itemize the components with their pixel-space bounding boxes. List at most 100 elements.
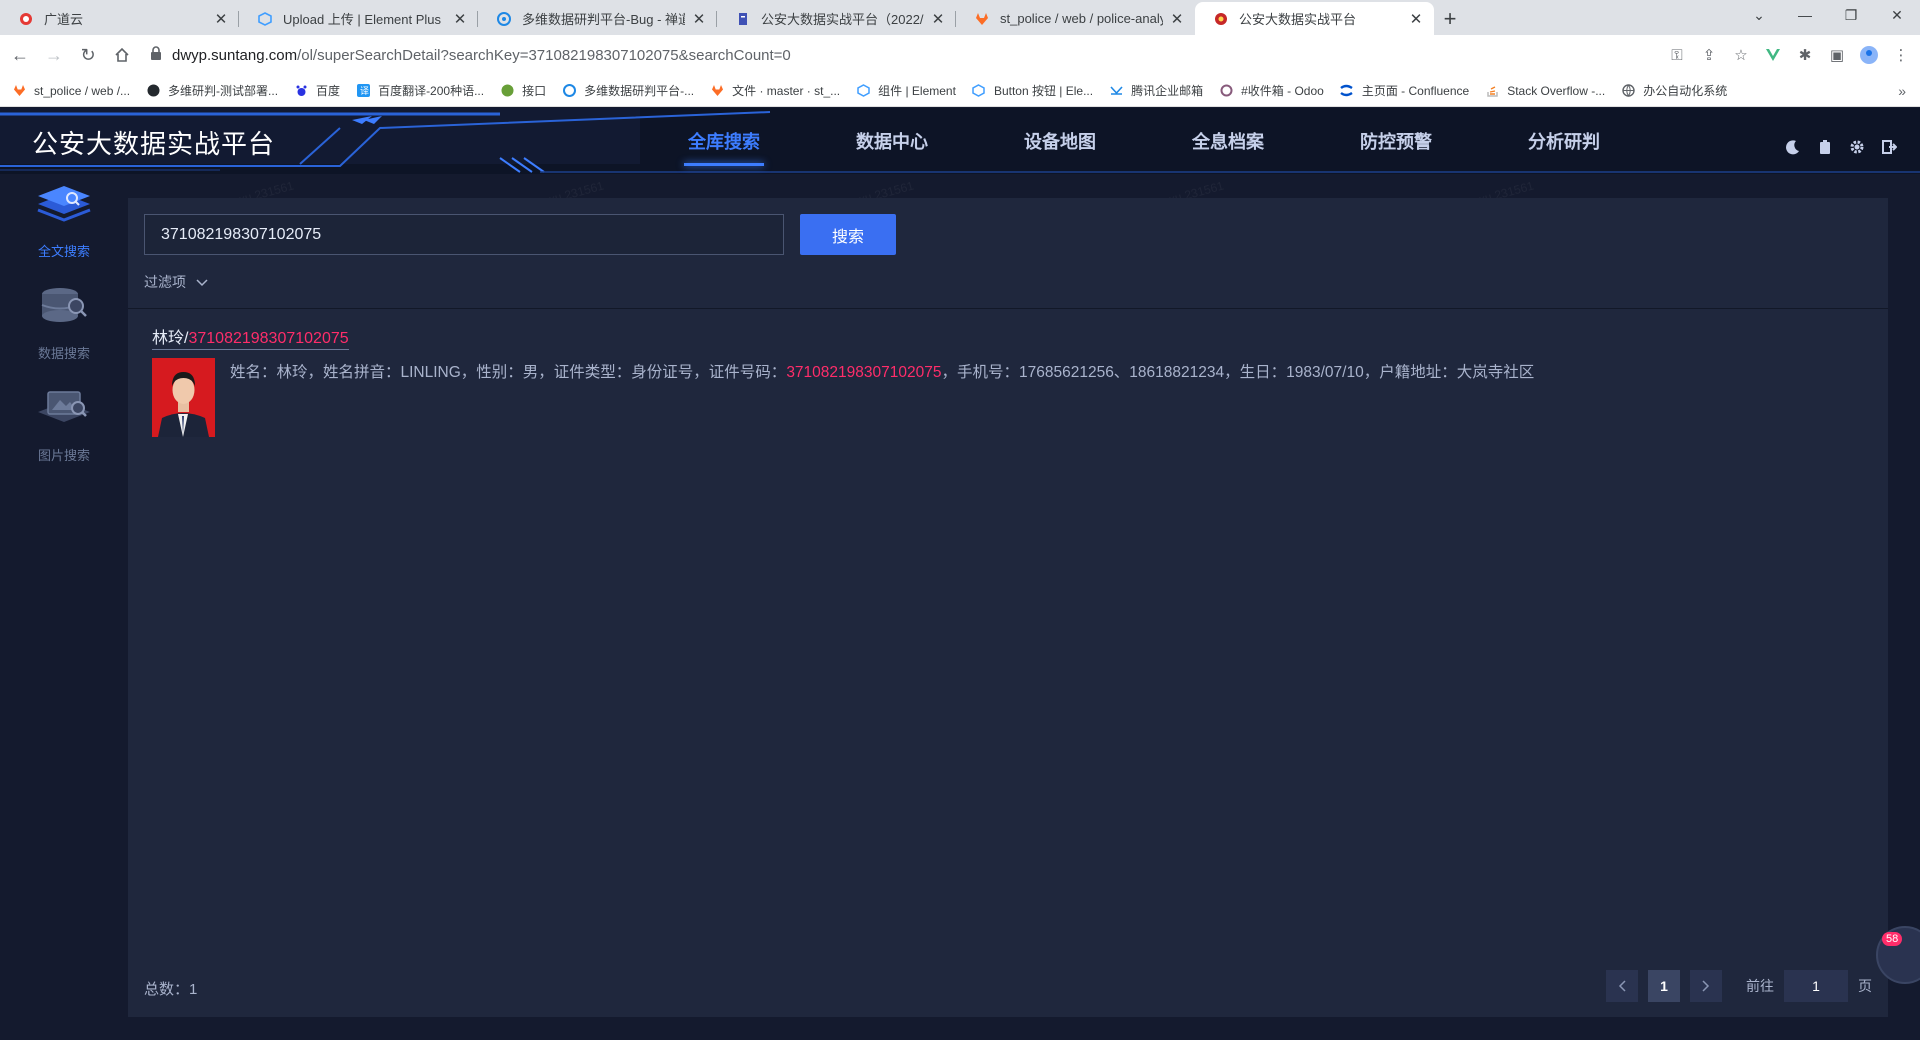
home-icon[interactable] [108, 41, 136, 69]
browser-tab[interactable]: 公安大数据实战平台（2022/6/1( ✕ [717, 2, 956, 35]
doc-favicon-icon [735, 11, 751, 27]
bookmark-item[interactable]: 主页面 - Confluence [1340, 82, 1469, 99]
tab-close-icon[interactable]: ✕ [1408, 10, 1424, 28]
side-item-full-text-search[interactable]: 全文搜索 [14, 184, 114, 260]
app-title: 公安大数据实战平台 [32, 129, 276, 159]
result-title-link[interactable]: 林玲/371082198307102075 [152, 324, 349, 350]
vue-devtools-icon[interactable] [1760, 41, 1786, 69]
tab-close-icon[interactable]: ✕ [1169, 10, 1185, 28]
profile-avatar-icon[interactable] [1856, 41, 1882, 69]
bookmarks-bar: st_police / web /... 多维研判-测试部署... 百度 译百度… [0, 75, 1920, 107]
tab-close-icon[interactable]: ✕ [930, 10, 946, 28]
search-input[interactable]: 371082198307102075 [144, 214, 784, 255]
close-window-icon[interactable]: ✕ [1874, 0, 1920, 30]
logout-icon[interactable] [1880, 138, 1898, 156]
next-page-button[interactable] [1690, 970, 1722, 1002]
side-item-label: 全文搜索 [37, 244, 90, 259]
side-item-image-search[interactable]: 图片搜索 [14, 388, 114, 464]
browser-tab[interactable]: st_police / web / police-analys ✕ [956, 2, 1195, 35]
bookmark-item[interactable]: Button 按钮 | Ele... [972, 82, 1093, 99]
goto-page-input[interactable]: 1 [1784, 970, 1848, 1002]
confluence-icon [1340, 84, 1354, 98]
side-item-data-search[interactable]: 数据搜索 [14, 286, 114, 362]
tab-close-icon[interactable]: ✕ [691, 10, 707, 28]
result-name: 林玲 [152, 330, 185, 347]
bookmark-item[interactable]: Stack Overflow -... [1485, 84, 1605, 98]
bookmark-item[interactable]: 多维研判-测试部署... [146, 82, 278, 99]
extensions-icon[interactable]: ✱ [1792, 41, 1818, 69]
app-root: liaoxu 231561 liaoxu 231561 liaoxu 23156… [0, 108, 1920, 1040]
tab-search-icon[interactable]: ⌄ [1736, 0, 1782, 30]
bookmark-item[interactable]: 腾讯企业邮箱 [1109, 82, 1203, 99]
svg-text:译: 译 [360, 86, 369, 96]
layers-search-icon [34, 184, 94, 235]
globe-icon [1621, 84, 1635, 98]
back-icon[interactable]: ← [6, 41, 34, 69]
browser-tab-strip: 广道云 ✕ Upload 上传 | Element Plus ✕ 多维数据研判平… [0, 0, 1920, 35]
tab-close-icon[interactable]: ✕ [452, 10, 468, 28]
bookmark-item[interactable]: 办公自动化系统 [1621, 82, 1727, 99]
police-favicon-icon [1213, 11, 1229, 27]
gitlab-icon [710, 84, 724, 98]
api-icon [500, 84, 514, 98]
lock-icon[interactable] [150, 46, 162, 64]
menu-icon[interactable]: ⋮ [1888, 41, 1914, 69]
browser-tab-active[interactable]: 公安大数据实战平台 ✕ [1195, 2, 1434, 35]
browser-tab[interactable]: 多维数据研判平台-Bug - 禅道 ✕ [478, 2, 717, 35]
browser-tab[interactable]: 广道云 ✕ [0, 2, 239, 35]
window-controls: ⌄ — ❐ ✕ [1736, 0, 1920, 30]
nav-tab-device-map[interactable]: 设备地图 [976, 108, 1144, 174]
tab-title: 多维数据研判平台-Bug - 禅道 [522, 12, 685, 27]
gear-icon[interactable] [1848, 138, 1866, 156]
bookmark-item[interactable]: 百度 [294, 82, 340, 99]
star-icon[interactable]: ☆ [1728, 41, 1754, 69]
moon-icon[interactable] [1784, 138, 1802, 156]
nav-tab-analysis[interactable]: 分析研判 [1480, 108, 1648, 174]
prev-page-button[interactable] [1606, 970, 1638, 1002]
side-item-label: 数据搜索 [37, 346, 90, 361]
side-menu: 全文搜索 数据搜索 图片搜索 [0, 174, 128, 1040]
sidebar-icon[interactable]: ▣ [1824, 41, 1850, 69]
goto-label: 前往 [1746, 978, 1774, 994]
reload-icon[interactable]: ↻ [74, 41, 102, 69]
bookmark-item[interactable]: st_police / web /... [12, 84, 130, 98]
nav-tab-prevention-warning[interactable]: 防控预警 [1312, 108, 1480, 174]
tab-close-icon[interactable]: ✕ [213, 10, 229, 28]
zentao-icon [562, 84, 576, 98]
minimize-icon[interactable]: — [1782, 0, 1828, 30]
url-host: dwyp.suntang.com [172, 46, 298, 64]
forward-icon[interactable]: → [40, 41, 68, 69]
share-icon[interactable]: ⇪ [1696, 41, 1722, 69]
address-bar[interactable]: dwyp.suntang.com/ol/superSearchDetail?se… [150, 40, 1660, 70]
total-count: 总数：1 [144, 981, 198, 998]
key-icon[interactable]: ⚿ [1664, 41, 1690, 69]
page-number-button[interactable]: 1 [1648, 970, 1680, 1002]
person-photo[interactable] [152, 358, 215, 437]
mail-icon [1109, 84, 1123, 98]
element-icon [856, 84, 870, 98]
maximize-icon[interactable]: ❐ [1828, 0, 1874, 30]
bookmark-item[interactable]: 接口 [500, 82, 546, 99]
guangdaoyun-favicon-icon [18, 11, 34, 27]
new-tab-button[interactable]: + [1434, 2, 1466, 35]
nav-tab-full-search[interactable]: 全库搜索 [640, 108, 808, 174]
notification-count-badge: 58 [1882, 932, 1903, 946]
gitlab-icon [12, 84, 26, 98]
bookmark-item[interactable]: 多维数据研判平台-... [562, 82, 694, 99]
tab-title: st_police / web / police-analys [1000, 11, 1163, 26]
nav-tab-holographic-archive[interactable]: 全息档案 [1144, 108, 1312, 174]
bookmark-item[interactable]: 译百度翻译-200种语... [356, 82, 484, 99]
bookmarks-overflow-icon[interactable]: » [1898, 83, 1906, 99]
search-button[interactable]: 搜索 [800, 214, 896, 255]
nav-tab-data-center[interactable]: 数据中心 [808, 108, 976, 174]
browser-tab[interactable]: Upload 上传 | Element Plus ✕ [239, 2, 478, 35]
bookmark-item[interactable]: 组件 | Element [856, 82, 956, 99]
tab-title: 公安大数据实战平台（2022/6/1( [761, 12, 924, 27]
bookmark-item[interactable]: #收件箱 - Odoo [1219, 82, 1324, 99]
search-results-panel: 371082198307102075 搜索 过滤项 林玲/37108219830… [128, 198, 1888, 1017]
filter-toggle[interactable]: 过滤项 [144, 272, 208, 292]
clipboard-icon[interactable] [1816, 138, 1834, 156]
gitlab-favicon-icon [974, 11, 990, 27]
url-path: /ol/superSearchDetail?searchKey=37108219… [297, 46, 791, 64]
bookmark-item[interactable]: 文件 · master · st_... [710, 82, 840, 99]
